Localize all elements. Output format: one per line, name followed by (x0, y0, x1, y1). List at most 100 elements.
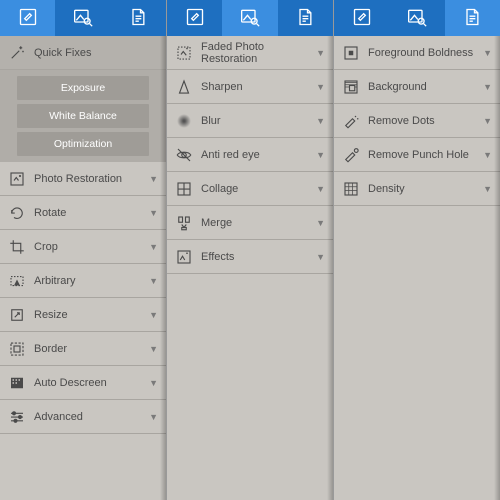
chevron-down-icon: ▼ (149, 208, 158, 218)
chevron-down-icon: ▼ (149, 276, 158, 286)
punch-icon (342, 146, 360, 164)
item-label: Merge (201, 217, 232, 229)
chevron-down-icon: ▼ (316, 184, 325, 194)
arbitrary-icon (8, 272, 26, 290)
descreen-icon (8, 374, 26, 392)
item-sharpen[interactable]: Sharpen ▼ (167, 70, 333, 104)
panel-body: Foreground Boldness ▼ Background ▼ Remov… (334, 36, 500, 500)
panel-1: Quick Fixes Exposure White Balance Optim… (0, 0, 166, 500)
chevron-down-icon: ▼ (483, 48, 492, 58)
section-quick-fixes: Quick Fixes Exposure White Balance Optim… (0, 36, 166, 162)
item-label: Density (368, 183, 405, 195)
document-icon (128, 7, 148, 30)
subitem-label: Exposure (61, 82, 105, 94)
tab-image-search[interactable] (389, 0, 444, 36)
border-icon (8, 340, 26, 358)
item-advanced[interactable]: Advanced ▼ (0, 400, 166, 434)
tab-edit[interactable] (167, 0, 222, 36)
chevron-down-icon: ▼ (483, 82, 492, 92)
image-search-icon (407, 7, 427, 30)
item-remove-dots[interactable]: Remove Dots ▼ (334, 104, 500, 138)
item-photo-restoration[interactable]: Photo Restoration ▼ (0, 162, 166, 196)
dots-icon (342, 112, 360, 130)
item-foreground-boldness[interactable]: Foreground Boldness ▼ (334, 36, 500, 70)
subitem-label: Optimization (54, 138, 112, 150)
panel-body: Quick Fixes Exposure White Balance Optim… (0, 36, 166, 500)
chevron-down-icon: ▼ (316, 48, 325, 58)
item-label: Effects (201, 251, 234, 263)
item-label: Resize (34, 309, 68, 321)
document-icon (462, 7, 482, 30)
tab-document[interactable] (445, 0, 500, 36)
panel-2: Faded Photo Restoration ▼ Sharpen ▼ Blur… (166, 0, 333, 500)
chevron-down-icon: ▼ (149, 242, 158, 252)
section-label: Quick Fixes (34, 47, 91, 59)
item-label: Anti red eye (201, 149, 260, 161)
chevron-down-icon: ▼ (483, 184, 492, 194)
chevron-down-icon: ▼ (316, 252, 325, 262)
item-label: Collage (201, 183, 238, 195)
item-density[interactable]: Density ▼ (334, 172, 500, 206)
item-label: Border (34, 343, 67, 355)
item-label: Crop (34, 241, 58, 253)
item-label: Remove Dots (368, 115, 435, 127)
tab-edit[interactable] (334, 0, 389, 36)
chevron-down-icon: ▼ (149, 174, 158, 184)
subitem-optimization[interactable]: Optimization (17, 132, 150, 156)
item-effects[interactable]: Effects ▼ (167, 240, 333, 274)
density-icon (342, 180, 360, 198)
item-label: Faded Photo Restoration (201, 41, 308, 65)
section-header-quick-fixes[interactable]: Quick Fixes (0, 36, 166, 70)
chevron-down-icon: ▼ (316, 218, 325, 228)
item-rotate[interactable]: Rotate ▼ (0, 196, 166, 230)
subitem-white-balance[interactable]: White Balance (17, 104, 150, 128)
tab-image-search[interactable] (55, 0, 110, 36)
tabbar (167, 0, 333, 36)
item-crop[interactable]: Crop ▼ (0, 230, 166, 264)
tab-edit[interactable] (0, 0, 55, 36)
subitem-exposure[interactable]: Exposure (17, 76, 150, 100)
item-label: Advanced (34, 411, 83, 423)
item-label: Foreground Boldness (368, 47, 473, 59)
chevron-down-icon: ▼ (149, 412, 158, 422)
image-search-icon (240, 7, 260, 30)
chevron-down-icon: ▼ (149, 378, 158, 388)
item-merge[interactable]: Merge ▼ (167, 206, 333, 240)
tab-document[interactable] (278, 0, 333, 36)
edit-icon (185, 7, 205, 30)
panel-body: Faded Photo Restoration ▼ Sharpen ▼ Blur… (167, 36, 333, 500)
sharpen-icon (175, 78, 193, 96)
chevron-down-icon: ▼ (316, 116, 325, 126)
chevron-down-icon: ▼ (149, 344, 158, 354)
item-remove-punch-hole[interactable]: Remove Punch Hole ▼ (334, 138, 500, 172)
item-label: Rotate (34, 207, 66, 219)
item-border[interactable]: Border ▼ (0, 332, 166, 366)
tab-document[interactable] (111, 0, 166, 36)
item-faded-restoration[interactable]: Faded Photo Restoration ▼ (167, 36, 333, 70)
item-label: Blur (201, 115, 221, 127)
restore-icon (8, 170, 26, 188)
item-arbitrary[interactable]: Arbitrary ▼ (0, 264, 166, 298)
item-label: Auto Descreen (34, 377, 107, 389)
item-resize[interactable]: Resize ▼ (0, 298, 166, 332)
rotate-icon (8, 204, 26, 222)
tab-image-search[interactable] (222, 0, 277, 36)
advanced-icon (8, 408, 26, 426)
merge-icon (175, 214, 193, 232)
document-icon (295, 7, 315, 30)
item-background[interactable]: Background ▼ (334, 70, 500, 104)
item-label: Arbitrary (34, 275, 76, 287)
item-anti-red-eye[interactable]: Anti red eye ▼ (167, 138, 333, 172)
chevron-down-icon: ▼ (316, 82, 325, 92)
background-icon (342, 78, 360, 96)
resize-icon (8, 306, 26, 324)
tabbar (334, 0, 500, 36)
sub-list: Exposure White Balance Optimization (0, 70, 166, 162)
faded-icon (175, 44, 193, 62)
item-auto-descreen[interactable]: Auto Descreen ▼ (0, 366, 166, 400)
item-label: Remove Punch Hole (368, 149, 469, 161)
item-collage[interactable]: Collage ▼ (167, 172, 333, 206)
item-label: Background (368, 81, 427, 93)
redeye-icon (175, 146, 193, 164)
item-blur[interactable]: Blur ▼ (167, 104, 333, 138)
